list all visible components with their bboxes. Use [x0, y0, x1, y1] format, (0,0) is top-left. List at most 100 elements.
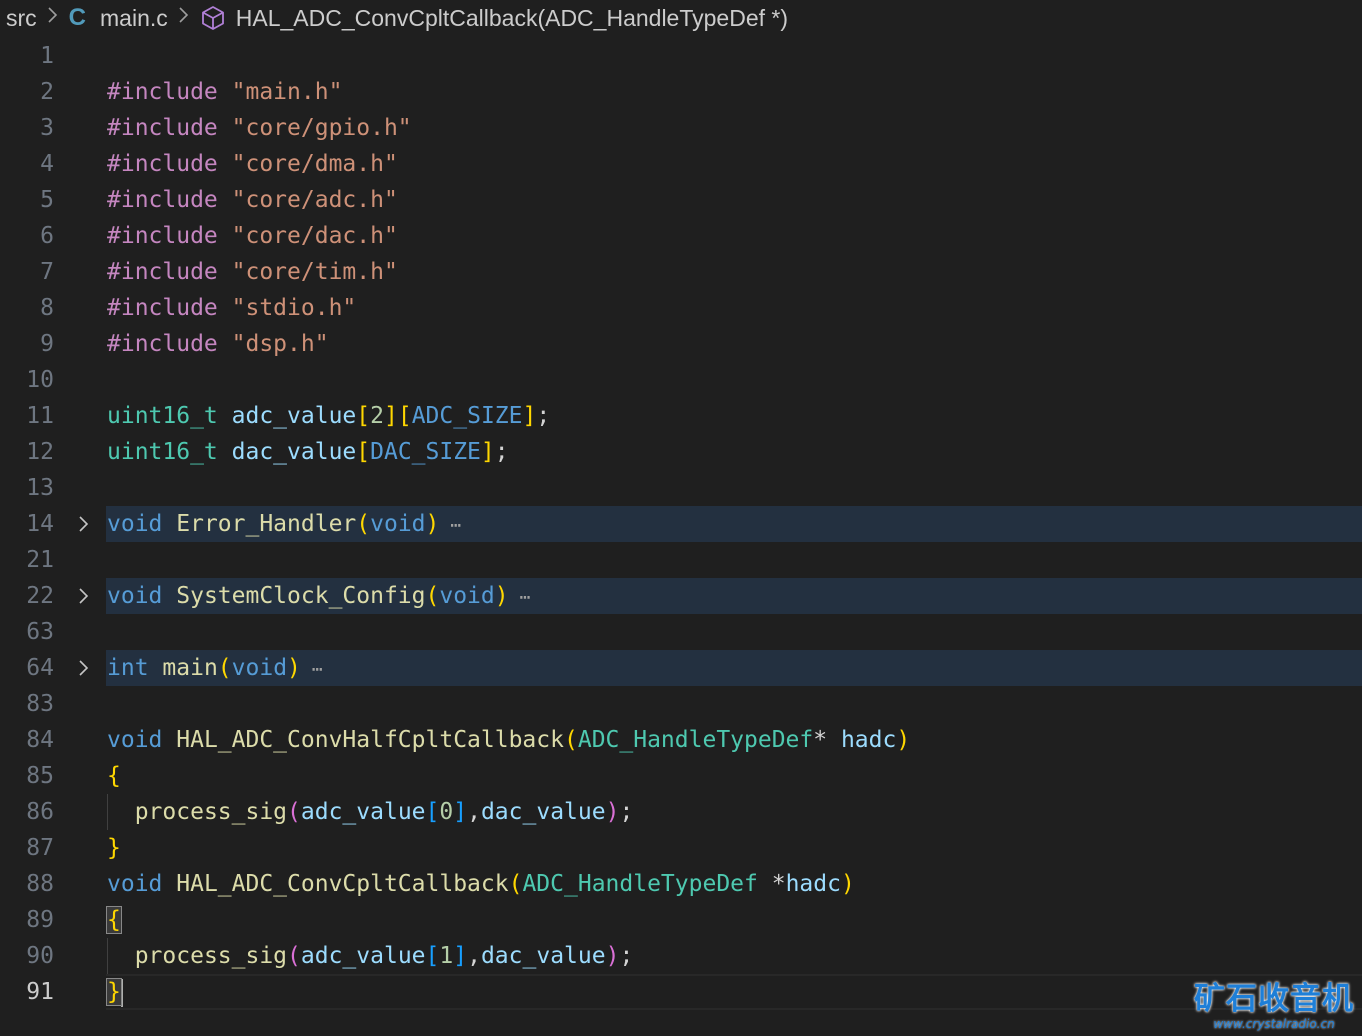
code-line[interactable]: 1	[0, 38, 1362, 74]
line-number: 63	[26, 619, 54, 645]
code-editor[interactable]: 1 2 #include "main.h" 3 #include "core/gpio.…	[0, 38, 1362, 1036]
code-line[interactable]: 91}	[0, 974, 1362, 1010]
code-line[interactable]: 11 uint16_t adc_value[2][ADC_SIZE];	[0, 398, 1362, 434]
line-number: 90	[26, 943, 54, 969]
code-token: ,	[467, 943, 481, 969]
line-number: 4	[40, 151, 54, 177]
code-line[interactable]: 89 {	[0, 902, 1362, 938]
line-number: 84	[26, 727, 54, 753]
code-line[interactable]: 90 process_sig(adc_value[1],dac_value);	[0, 938, 1362, 974]
code-token: uint16_t	[107, 403, 218, 429]
code-text: uint16_t adc_value[2][ADC_SIZE];	[107, 398, 550, 434]
code-line[interactable]: 10	[0, 362, 1362, 398]
code-line[interactable]: 84 void HAL_ADC_ConvHalfCpltCallback(ADC_…	[0, 722, 1362, 758]
ellipsis-icon[interactable]: ⋯	[439, 515, 461, 536]
code-line[interactable]: 14 void Error_Handler(void) ⋯	[0, 506, 1362, 542]
code-line[interactable]: 22 void SystemClock_Config(void) ⋯	[0, 578, 1362, 614]
code-token: (	[287, 943, 301, 969]
code-line[interactable]: 83	[0, 686, 1362, 722]
code-token: )	[605, 943, 620, 969]
code-text: #include "core/tim.h"	[107, 254, 398, 290]
code-token: )	[425, 511, 440, 537]
code-text: #include "main.h"	[107, 74, 342, 110]
code-text: void HAL_ADC_ConvHalfCpltCallback(ADC_Ha…	[107, 722, 910, 758]
line-number: 87	[26, 835, 54, 861]
fold-chevron-icon[interactable]	[74, 650, 94, 686]
breadcrumb-symbol[interactable]: HAL_ADC_ConvCpltCallback(ADC_HandleTypeD…	[236, 5, 788, 32]
code-token: adc_value	[231, 403, 357, 429]
code-token: Error_Handler	[176, 511, 357, 537]
code-token: HAL_ADC_ConvCpltCallback	[176, 871, 509, 897]
code-token: [	[425, 943, 440, 969]
code-token: #include	[107, 187, 218, 213]
code-text: #include "core/gpio.h"	[107, 110, 412, 146]
code-token: (	[425, 583, 440, 609]
code-line[interactable]: 85 {	[0, 758, 1362, 794]
code-text: void HAL_ADC_ConvCpltCallback(ADC_Handle…	[107, 866, 855, 902]
breadcrumb: src C main.c HAL_ADC_ConvCpltCallback(AD…	[0, 0, 1362, 36]
breadcrumb-file[interactable]: main.c	[100, 5, 168, 32]
code-token: [	[425, 799, 440, 825]
code-text: process_sig(adc_value[1],dac_value);	[107, 938, 634, 974]
line-number: 12	[26, 439, 54, 465]
code-token: void	[107, 511, 163, 537]
code-token: "core/dac.h"	[231, 223, 398, 249]
watermark-logo: 矿石收音机 www.crystalradio.cn	[1194, 982, 1354, 1032]
code-line[interactable]: 5 #include "core/adc.h"	[0, 182, 1362, 218]
code-line[interactable]: 8 #include "stdio.h"	[0, 290, 1362, 326]
code-token: #include	[107, 331, 218, 357]
code-line[interactable]: 21	[0, 542, 1362, 578]
code-line[interactable]: 2 #include "main.h"	[0, 74, 1362, 110]
code-token: #include	[107, 223, 218, 249]
line-number: 91	[26, 979, 54, 1005]
breadcrumb-folder[interactable]: src	[6, 5, 37, 32]
ellipsis-icon[interactable]: ⋯	[509, 587, 530, 608]
code-token: "dsp.h"	[231, 331, 329, 357]
chevron-right-icon	[178, 5, 190, 31]
fold-chevron-icon[interactable]	[74, 506, 94, 542]
code-token: ;	[619, 799, 634, 825]
code-token: )	[840, 871, 855, 897]
code-token: }	[107, 835, 121, 861]
code-line[interactable]: 7 #include "core/tim.h"	[0, 254, 1362, 290]
code-line[interactable]: 87}	[0, 830, 1362, 866]
code-token: process_sig	[134, 943, 288, 969]
code-line[interactable]: 13	[0, 470, 1362, 506]
code-line[interactable]: 4 #include "core/dma.h"	[0, 146, 1362, 182]
code-token: ADC_HandleTypeDef	[522, 871, 758, 897]
ellipsis-icon[interactable]: ⋯	[301, 659, 323, 680]
code-line[interactable]: 88 void HAL_ADC_ConvCpltCallback(ADC_Hand…	[0, 866, 1362, 902]
code-token: "core/gpio.h"	[231, 115, 412, 141]
line-number: 21	[26, 547, 54, 573]
code-line[interactable]: 86 process_sig(adc_value[0],dac_value);	[0, 794, 1362, 830]
code-line[interactable]: 3 #include "core/gpio.h"	[0, 110, 1362, 146]
code-token: ]	[480, 439, 495, 465]
line-number: 11	[26, 403, 54, 429]
code-line[interactable]: 12 uint16_t dac_value[DAC_SIZE];	[0, 434, 1362, 470]
code-token: }	[106, 978, 122, 1006]
line-number: 2	[40, 79, 54, 105]
code-line[interactable]: 6 #include "core/dac.h"	[0, 218, 1362, 254]
line-number: 64	[26, 655, 54, 681]
line-number: 5	[40, 187, 54, 213]
code-line[interactable]: 9 #include "dsp.h"	[0, 326, 1362, 362]
text-cursor	[120, 978, 123, 1007]
code-token: #include	[107, 79, 218, 105]
code-token: int	[107, 655, 149, 681]
watermark-title: 矿石收音机	[1194, 981, 1354, 1017]
fold-chevron-icon[interactable]	[74, 578, 94, 614]
code-line[interactable]: 63	[0, 614, 1362, 650]
code-token: "core/adc.h"	[231, 187, 398, 213]
code-token: void	[370, 511, 426, 537]
code-line[interactable]: 64 int main(void) ⋯	[0, 650, 1362, 686]
code-token: main	[162, 655, 218, 681]
